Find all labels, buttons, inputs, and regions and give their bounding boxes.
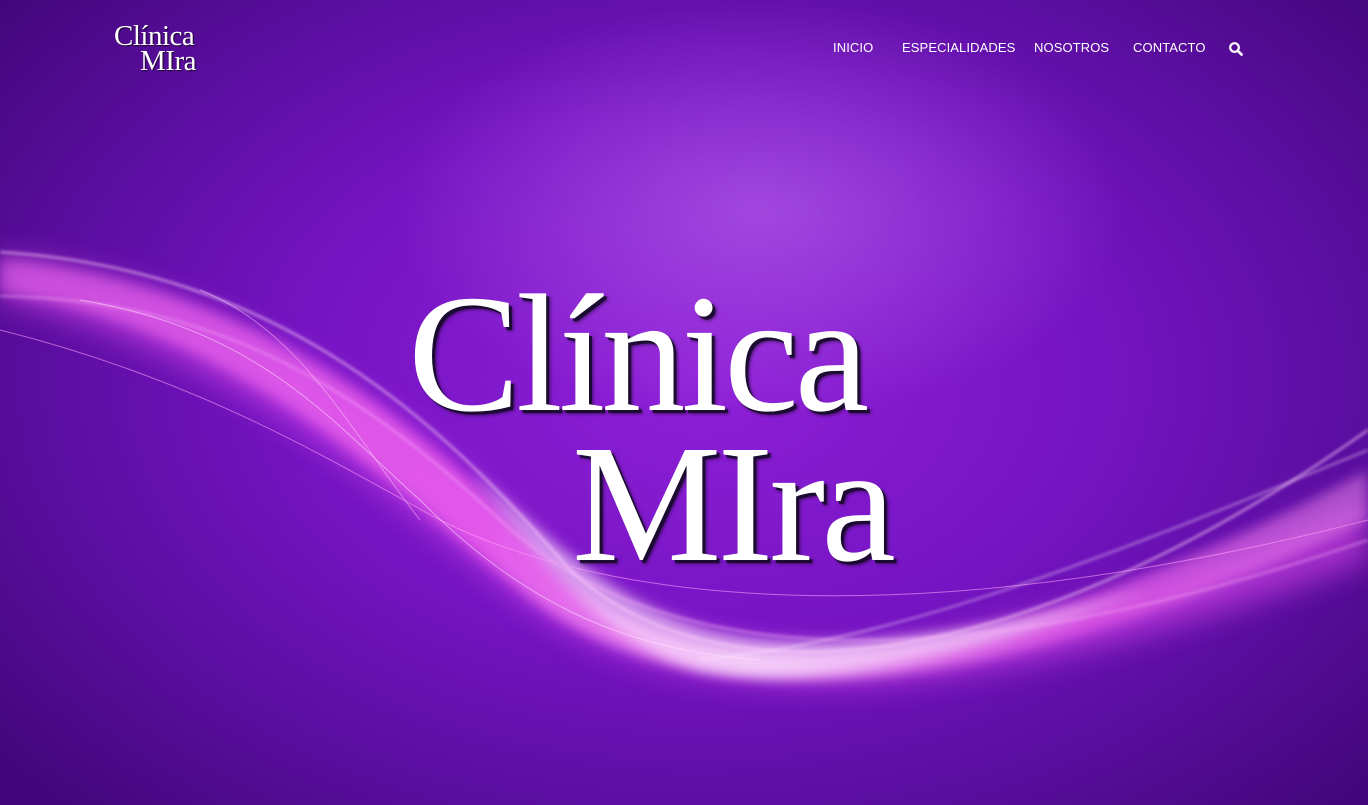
search-button[interactable] bbox=[1228, 41, 1244, 57]
nav-item-contacto[interactable]: CONTACTO bbox=[1133, 40, 1206, 55]
site-logo-line2: MIra bbox=[140, 45, 196, 77]
site-logo[interactable]: Clínica MIra bbox=[112, 20, 212, 80]
hero-logo-line2: MIra bbox=[572, 411, 896, 597]
hero-logo: Clínica MIra bbox=[400, 270, 970, 600]
search-icon bbox=[1229, 42, 1243, 56]
hero-background: Clínica MIra bbox=[0, 0, 1368, 805]
nav-item-especialidades[interactable]: ESPECIALIDADES bbox=[902, 40, 1015, 55]
top-navigation-bar: Clínica MIra INICIO ESPECIALIDADES NOSOT… bbox=[0, 0, 1368, 100]
nav-item-nosotros[interactable]: NOSOTROS bbox=[1034, 40, 1109, 55]
nav-item-inicio[interactable]: INICIO bbox=[833, 40, 873, 55]
